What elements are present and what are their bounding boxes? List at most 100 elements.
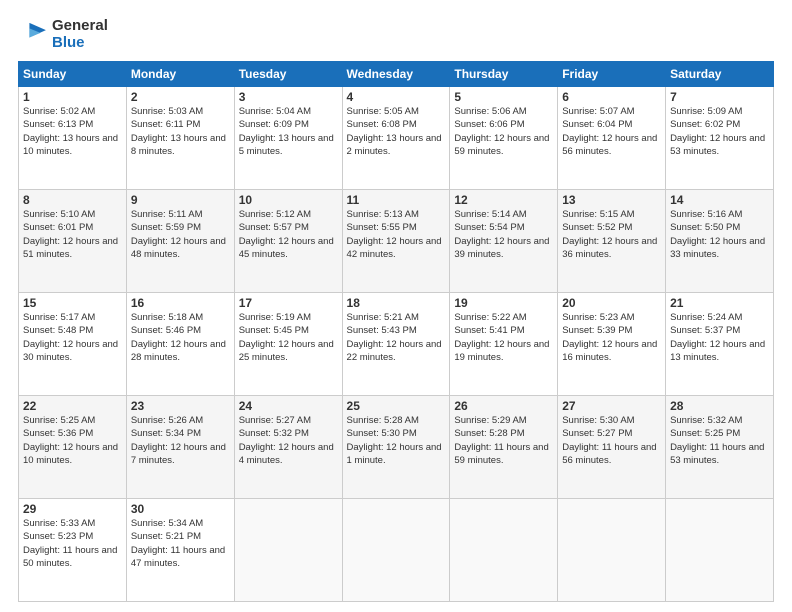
day-info: Sunrise: 5:16 AM Sunset: 5:50 PM Dayligh… [670, 208, 769, 261]
daylight-label: Daylight: 12 hours and 51 minutes. [23, 236, 118, 260]
day-number: 13 [562, 193, 661, 207]
day-info: Sunrise: 5:34 AM Sunset: 5:21 PM Dayligh… [131, 517, 230, 570]
day-number: 19 [454, 296, 553, 310]
day-number: 16 [131, 296, 230, 310]
table-row [234, 499, 342, 602]
calendar-header-row: Sunday Monday Tuesday Wednesday Thursday… [19, 62, 774, 87]
sunrise-label: Sunrise: 5:26 AM [131, 415, 203, 426]
page: General Blue Sunday Monday Tuesday Wedne… [0, 0, 792, 612]
day-info: Sunrise: 5:21 AM Sunset: 5:43 PM Dayligh… [347, 311, 446, 364]
col-wednesday: Wednesday [342, 62, 450, 87]
day-number: 11 [347, 193, 446, 207]
sunset-label: Sunset: 5:45 PM [239, 325, 309, 336]
daylight-label: Daylight: 12 hours and 59 minutes. [454, 133, 549, 157]
daylight-label: Daylight: 12 hours and 19 minutes. [454, 339, 549, 363]
day-info: Sunrise: 5:33 AM Sunset: 5:23 PM Dayligh… [23, 517, 122, 570]
daylight-label: Daylight: 12 hours and 7 minutes. [131, 442, 226, 466]
daylight-label: Daylight: 12 hours and 45 minutes. [239, 236, 334, 260]
table-row: 8 Sunrise: 5:10 AM Sunset: 6:01 PM Dayli… [19, 190, 127, 293]
day-number: 12 [454, 193, 553, 207]
sunset-label: Sunset: 6:02 PM [670, 119, 740, 130]
daylight-label: Daylight: 12 hours and 4 minutes. [239, 442, 334, 466]
sunset-label: Sunset: 5:57 PM [239, 222, 309, 233]
table-row [666, 499, 774, 602]
sunrise-label: Sunrise: 5:16 AM [670, 209, 742, 220]
day-number: 23 [131, 399, 230, 413]
sunset-label: Sunset: 5:34 PM [131, 428, 201, 439]
day-info: Sunrise: 5:30 AM Sunset: 5:27 PM Dayligh… [562, 414, 661, 467]
day-number: 20 [562, 296, 661, 310]
day-number: 30 [131, 502, 230, 516]
day-number: 6 [562, 90, 661, 104]
day-info: Sunrise: 5:07 AM Sunset: 6:04 PM Dayligh… [562, 105, 661, 158]
day-number: 7 [670, 90, 769, 104]
sunrise-label: Sunrise: 5:24 AM [670, 312, 742, 323]
day-info: Sunrise: 5:17 AM Sunset: 5:48 PM Dayligh… [23, 311, 122, 364]
sunset-label: Sunset: 5:39 PM [562, 325, 632, 336]
sunset-label: Sunset: 5:28 PM [454, 428, 524, 439]
sunrise-label: Sunrise: 5:18 AM [131, 312, 203, 323]
daylight-label: Daylight: 12 hours and 42 minutes. [347, 236, 442, 260]
sunrise-label: Sunrise: 5:29 AM [454, 415, 526, 426]
sunset-label: Sunset: 6:09 PM [239, 119, 309, 130]
table-row: 16 Sunrise: 5:18 AM Sunset: 5:46 PM Dayl… [126, 293, 234, 396]
sunset-label: Sunset: 5:41 PM [454, 325, 524, 336]
table-row: 11 Sunrise: 5:13 AM Sunset: 5:55 PM Dayl… [342, 190, 450, 293]
table-row: 9 Sunrise: 5:11 AM Sunset: 5:59 PM Dayli… [126, 190, 234, 293]
day-number: 2 [131, 90, 230, 104]
daylight-label: Daylight: 12 hours and 39 minutes. [454, 236, 549, 260]
table-row: 5 Sunrise: 5:06 AM Sunset: 6:06 PM Dayli… [450, 87, 558, 190]
daylight-label: Daylight: 12 hours and 48 minutes. [131, 236, 226, 260]
sunrise-label: Sunrise: 5:33 AM [23, 518, 95, 529]
daylight-label: Daylight: 11 hours and 53 minutes. [670, 442, 764, 466]
sunrise-label: Sunrise: 5:32 AM [670, 415, 742, 426]
day-info: Sunrise: 5:06 AM Sunset: 6:06 PM Dayligh… [454, 105, 553, 158]
table-row [342, 499, 450, 602]
day-info: Sunrise: 5:22 AM Sunset: 5:41 PM Dayligh… [454, 311, 553, 364]
table-row: 1 Sunrise: 5:02 AM Sunset: 6:13 PM Dayli… [19, 87, 127, 190]
day-info: Sunrise: 5:14 AM Sunset: 5:54 PM Dayligh… [454, 208, 553, 261]
table-row [558, 499, 666, 602]
sunrise-label: Sunrise: 5:17 AM [23, 312, 95, 323]
table-row: 17 Sunrise: 5:19 AM Sunset: 5:45 PM Dayl… [234, 293, 342, 396]
table-row: 26 Sunrise: 5:29 AM Sunset: 5:28 PM Dayl… [450, 396, 558, 499]
sunset-label: Sunset: 5:21 PM [131, 531, 201, 542]
day-info: Sunrise: 5:03 AM Sunset: 6:11 PM Dayligh… [131, 105, 230, 158]
col-friday: Friday [558, 62, 666, 87]
day-number: 3 [239, 90, 338, 104]
day-number: 15 [23, 296, 122, 310]
day-number: 28 [670, 399, 769, 413]
sunrise-label: Sunrise: 5:27 AM [239, 415, 311, 426]
daylight-label: Daylight: 12 hours and 25 minutes. [239, 339, 334, 363]
table-row: 6 Sunrise: 5:07 AM Sunset: 6:04 PM Dayli… [558, 87, 666, 190]
calendar-week-row: 1 Sunrise: 5:02 AM Sunset: 6:13 PM Dayli… [19, 87, 774, 190]
sunrise-label: Sunrise: 5:11 AM [131, 209, 203, 220]
table-row: 13 Sunrise: 5:15 AM Sunset: 5:52 PM Dayl… [558, 190, 666, 293]
day-number: 21 [670, 296, 769, 310]
table-row: 18 Sunrise: 5:21 AM Sunset: 5:43 PM Dayl… [342, 293, 450, 396]
sunset-label: Sunset: 5:30 PM [347, 428, 417, 439]
daylight-label: Daylight: 12 hours and 56 minutes. [562, 133, 657, 157]
day-info: Sunrise: 5:12 AM Sunset: 5:57 PM Dayligh… [239, 208, 338, 261]
table-row: 19 Sunrise: 5:22 AM Sunset: 5:41 PM Dayl… [450, 293, 558, 396]
sunset-label: Sunset: 5:23 PM [23, 531, 93, 542]
daylight-label: Daylight: 12 hours and 16 minutes. [562, 339, 657, 363]
day-info: Sunrise: 5:02 AM Sunset: 6:13 PM Dayligh… [23, 105, 122, 158]
day-info: Sunrise: 5:10 AM Sunset: 6:01 PM Dayligh… [23, 208, 122, 261]
day-info: Sunrise: 5:09 AM Sunset: 6:02 PM Dayligh… [670, 105, 769, 158]
daylight-label: Daylight: 13 hours and 5 minutes. [239, 133, 334, 157]
sunset-label: Sunset: 5:43 PM [347, 325, 417, 336]
day-number: 8 [23, 193, 122, 207]
sunset-label: Sunset: 6:04 PM [562, 119, 632, 130]
daylight-label: Daylight: 12 hours and 33 minutes. [670, 236, 765, 260]
daylight-label: Daylight: 11 hours and 56 minutes. [562, 442, 656, 466]
table-row: 7 Sunrise: 5:09 AM Sunset: 6:02 PM Dayli… [666, 87, 774, 190]
daylight-label: Daylight: 11 hours and 47 minutes. [131, 545, 225, 569]
calendar-week-row: 15 Sunrise: 5:17 AM Sunset: 5:48 PM Dayl… [19, 293, 774, 396]
table-row: 20 Sunrise: 5:23 AM Sunset: 5:39 PM Dayl… [558, 293, 666, 396]
sunrise-label: Sunrise: 5:12 AM [239, 209, 311, 220]
sunset-label: Sunset: 5:37 PM [670, 325, 740, 336]
table-row: 14 Sunrise: 5:16 AM Sunset: 5:50 PM Dayl… [666, 190, 774, 293]
daylight-label: Daylight: 12 hours and 13 minutes. [670, 339, 765, 363]
sunset-label: Sunset: 6:11 PM [131, 119, 201, 130]
